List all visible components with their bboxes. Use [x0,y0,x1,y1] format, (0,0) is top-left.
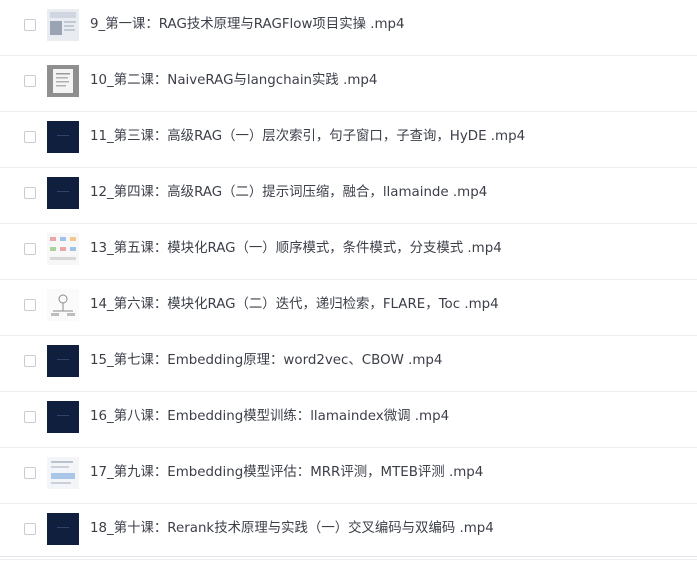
file-name[interactable]: 17_第九课：Embedding模型评估：MRR评测，MTEB评测 .mp4 [90,463,483,483]
file-row[interactable]: 12_第四课：高级RAG（二）提示词压缩，融合，llamainde .mp4 [0,168,697,224]
row-checkbox[interactable] [24,411,36,423]
row-checkbox[interactable] [24,131,36,143]
file-list: 9_第一课：RAG技术原理与RAGFlow项目实操 .mp4 10_第二课：Na… [0,0,697,560]
file-name[interactable]: 12_第四课：高级RAG（二）提示词压缩，融合，llamainde .mp4 [90,183,487,203]
row-checkbox[interactable] [24,467,36,479]
row-checkbox[interactable] [24,523,36,535]
file-name[interactable]: 13_第五课：模块化RAG（一）顺序模式，条件模式，分支模式 .mp4 [90,239,502,259]
file-row[interactable]: 14_第六课：模块化RAG（二）迭代，递归检索，FLARE，Toc .mp4 [0,280,697,336]
file-row[interactable]: 16_第八课：Embedding模型训练：llamaindex微调 .mp4 [0,392,697,448]
row-checkbox[interactable] [24,75,36,87]
file-name[interactable]: 10_第二课：NaiveRAG与langchain实践 .mp4 [90,71,377,91]
video-thumbnail-icon[interactable] [47,345,79,377]
file-row[interactable]: 9_第一课：RAG技术原理与RAGFlow项目实操 .mp4 [0,0,697,56]
video-thumbnail-icon[interactable] [47,289,79,321]
file-name[interactable]: 14_第六课：模块化RAG（二）迭代，递归检索，FLARE，Toc .mp4 [90,295,499,315]
video-thumbnail-icon[interactable] [47,177,79,209]
video-thumbnail-icon[interactable] [47,9,79,41]
file-name[interactable]: 9_第一课：RAG技术原理与RAGFlow项目实操 .mp4 [90,15,405,35]
file-name[interactable]: 16_第八课：Embedding模型训练：llamaindex微调 .mp4 [90,407,449,427]
video-thumbnail-icon[interactable] [47,121,79,153]
video-thumbnail-icon[interactable] [47,457,79,489]
file-name[interactable]: 11_第三课：高级RAG（一）层次索引，句子窗口，子查询，HyDE .mp4 [90,127,525,147]
file-row[interactable]: 15_第七课：Embedding原理：word2vec、CBOW .mp4 [0,336,697,392]
file-row[interactable]: 17_第九课：Embedding模型评估：MRR评测，MTEB评测 .mp4 [0,448,697,504]
file-row[interactable]: 11_第三课：高级RAG（一）层次索引，句子窗口，子查询，HyDE .mp4 [0,112,697,168]
row-checkbox[interactable] [24,299,36,311]
list-bottom-divider [0,556,697,557]
file-row[interactable]: 10_第二课：NaiveRAG与langchain实践 .mp4 [0,56,697,112]
video-thumbnail-icon[interactable] [47,65,79,97]
video-thumbnail-icon[interactable] [47,401,79,433]
row-checkbox[interactable] [24,187,36,199]
file-row[interactable]: 18_第十课：Rerank技术原理与实践（一）交叉编码与双编码 .mp4 [0,504,697,560]
file-row[interactable]: 13_第五课：模块化RAG（一）顺序模式，条件模式，分支模式 .mp4 [0,224,697,280]
video-thumbnail-icon[interactable] [47,513,79,545]
video-thumbnail-icon[interactable] [47,233,79,265]
file-name[interactable]: 18_第十课：Rerank技术原理与实践（一）交叉编码与双编码 .mp4 [90,519,494,539]
file-name[interactable]: 15_第七课：Embedding原理：word2vec、CBOW .mp4 [90,351,442,371]
row-checkbox[interactable] [24,19,36,31]
row-checkbox[interactable] [24,355,36,367]
row-checkbox[interactable] [24,243,36,255]
